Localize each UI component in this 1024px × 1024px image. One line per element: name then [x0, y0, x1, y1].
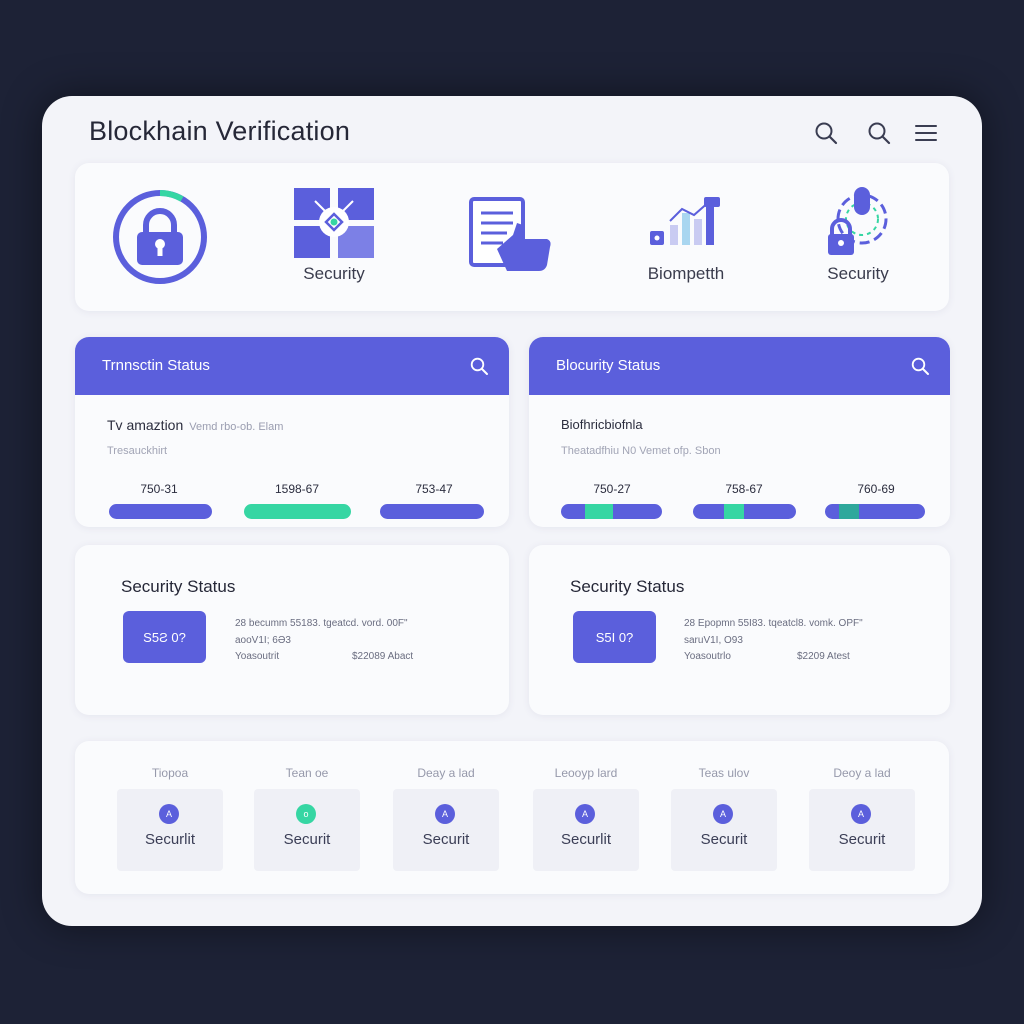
- card-caption: Theatadfhiu N0 Vemet ofp. Sbon: [561, 445, 721, 457]
- tile-heading: Leooyp lard: [554, 766, 618, 780]
- card-title: Trnnsctin Status: [102, 357, 210, 374]
- progress-bar: [109, 504, 212, 519]
- security-tile[interactable]: A Securit: [393, 789, 499, 871]
- search-icon[interactable]: [866, 120, 892, 146]
- search-icon[interactable]: [469, 356, 489, 376]
- feature-label: Security: [303, 264, 365, 283]
- security-detail-label: Yoasoutrit: [235, 651, 280, 662]
- tile-heading: Tean oe: [285, 766, 329, 780]
- puzzle-shield-icon: [294, 188, 374, 258]
- progress-bar: [825, 504, 925, 519]
- security-status-panel: Security Status S5I 0? 28 Epopmn 55I83. …: [529, 545, 950, 715]
- progress-bar: [380, 504, 484, 519]
- card-caption: Tresauckhirt: [107, 445, 168, 457]
- security-tile[interactable]: A Securlit: [117, 789, 223, 871]
- progress-bar: [561, 504, 662, 519]
- tiles-panel: Tiopoa A Securlit Tean oe o Securit Deay a…: [75, 741, 949, 894]
- tile-label: Securlit: [144, 831, 196, 848]
- section-title: Security Status: [121, 577, 236, 596]
- tile-badge: A: [159, 804, 179, 824]
- tile-heading: Deay a lad: [417, 766, 475, 780]
- tile-heading: Tiopoa: [151, 766, 189, 780]
- metric-value: 750-27: [593, 482, 631, 496]
- tile-badge: o: [296, 804, 316, 824]
- feature-biometric-chart[interactable]: Biompetth: [621, 163, 751, 311]
- menu-icon[interactable]: [913, 120, 939, 146]
- tile-heading: Deoy a lad: [833, 766, 891, 780]
- security-status-panel: Security Status S5Ƨ 0? 28 becumm 55183. …: [75, 545, 509, 715]
- card-subtitle: Tv amaztion Vemd rbo-ob. Elam: [107, 417, 283, 433]
- security-detail-line: saruV1I, O93: [684, 635, 743, 646]
- bar-chart-icon: [650, 197, 720, 245]
- tile-label: Securlit: [560, 831, 612, 848]
- security-detail-line: aooV1I; 6Ə3: [235, 635, 291, 646]
- feature-strip: Security Biompetth Security: [75, 163, 949, 311]
- security-tile[interactable]: o Securit: [254, 789, 360, 871]
- card-subtitle-text: Tv amaztion: [107, 417, 184, 433]
- feature-label: Security: [827, 264, 889, 283]
- progress-bar: [693, 504, 796, 519]
- security-score-button[interactable]: S5I 0?: [573, 611, 656, 663]
- card-header: Trnnsctin Status: [75, 337, 509, 395]
- card-title: Blocurity Status: [556, 357, 661, 374]
- security-detail-amount: $2209 Atest: [797, 651, 850, 662]
- card-header: Blocurity Status: [529, 337, 950, 395]
- tile-badge: A: [851, 804, 871, 824]
- card-subtitle: Biofhricbiofnla: [561, 417, 643, 432]
- lock-icon: [113, 190, 207, 284]
- security-detail-amount: $22089 Abact: [352, 651, 414, 662]
- tile-badge: A: [435, 804, 455, 824]
- section-title: Security Status: [570, 577, 685, 596]
- security-detail-line: 28 Epopmn 55I83. tqeatcl8. vomk. OPF": [684, 618, 863, 629]
- page-title: Blockhain Verification: [89, 116, 351, 146]
- feature-document[interactable]: [447, 163, 577, 311]
- transaction-status-card: Trnnsctin Status Tv amaztion Vemd rbo-ob.…: [75, 337, 509, 527]
- security-score-button[interactable]: S5Ƨ 0?: [123, 611, 206, 663]
- security-detail-label: Yoasoutrlo: [684, 651, 731, 662]
- feature-label: Biompetth: [647, 264, 725, 283]
- tile-badge: A: [713, 804, 733, 824]
- metric-value: 750-31: [140, 482, 178, 496]
- feature-security[interactable]: Security: [269, 163, 399, 311]
- search-icon[interactable]: [910, 356, 930, 376]
- tile-label: Securit: [422, 831, 470, 848]
- security-tile[interactable]: A Securit: [671, 789, 777, 871]
- security-tile[interactable]: A Securlit: [533, 789, 639, 871]
- security-tile[interactable]: A Securit: [809, 789, 915, 871]
- document-thumbs-up-icon: [469, 197, 551, 271]
- metric-value: 758-67: [725, 482, 763, 496]
- card-subtitle-meta: Vemd rbo-ob. Elam: [189, 421, 284, 433]
- tile-badge: A: [575, 804, 595, 824]
- search-icon[interactable]: [813, 120, 839, 146]
- progress-bar: [244, 504, 351, 519]
- tile-label: Securit: [283, 831, 331, 848]
- biometric-lock-icon: [828, 187, 888, 255]
- metric-value: 760-69: [857, 482, 895, 496]
- security-detail-line: 28 becumm 55183. tgeatcd. vord. 00F": [235, 618, 408, 629]
- tile-label: Securit: [838, 831, 886, 848]
- feature-lock[interactable]: [95, 163, 225, 311]
- app-window: Blockhain Verification Security Biompett…: [42, 96, 982, 926]
- tile-heading: Teas ulov: [698, 766, 750, 780]
- tile-label: Securit: [700, 831, 748, 848]
- metric-value: 753-47: [415, 482, 453, 496]
- metric-value: 1598-67: [274, 482, 320, 496]
- feature-biometric-security[interactable]: Security: [793, 163, 923, 311]
- biometric-status-card: Blocurity Status Biofhricbiofnla Theatad…: [529, 337, 950, 527]
